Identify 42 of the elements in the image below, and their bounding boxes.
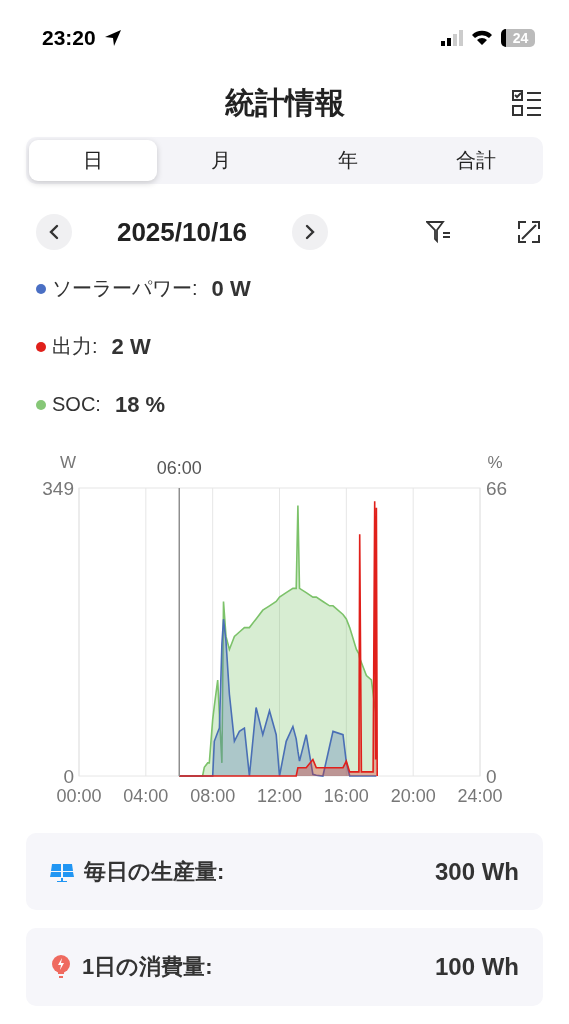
y-tick-label: 0: [63, 765, 74, 787]
previous-day-button[interactable]: [36, 214, 72, 250]
legend-label: SOC:: [52, 393, 101, 417]
signal-icon: [441, 29, 463, 46]
cursor-label: 06:00: [156, 457, 202, 478]
next-day-button[interactable]: [292, 214, 328, 250]
chevron-right-icon: [303, 224, 317, 240]
x-tick-label: 24:00: [457, 785, 503, 806]
summary-value: 100 Wh: [434, 953, 519, 982]
legend-value: 2 W: [111, 333, 151, 360]
y-axis-unit: W: [60, 452, 76, 472]
x-tick-label: 12:00: [257, 785, 302, 806]
y-tick-label: 349: [42, 477, 74, 499]
date-label: 2025/10/16: [115, 216, 249, 248]
x-tick-label: 16:00: [323, 785, 369, 806]
chevron-left-icon: [47, 224, 61, 240]
summary-value: 300 Wh: [434, 857, 519, 886]
x-tick-label: 00:00: [56, 785, 102, 806]
location-arrow-icon: [103, 28, 122, 47]
x-tick-label: 08:00: [190, 785, 236, 806]
x-tick-label: 04:00: [123, 785, 169, 806]
status-time: 23:20: [42, 25, 96, 50]
page-title: 統計情報: [224, 85, 345, 121]
legend-label: ソーラーパワー:: [52, 276, 198, 302]
x-tick-label: 20:00: [390, 785, 436, 806]
legend-value: 18 %: [114, 391, 166, 418]
filter-button[interactable]: [425, 218, 453, 246]
period-tab[interactable]: 日: [29, 140, 157, 182]
legend-label: 出力:: [52, 334, 98, 360]
legend-value: 0 W: [211, 275, 251, 302]
period-tab[interactable]: 月: [156, 140, 285, 182]
y-tick-label: 0: [486, 765, 497, 787]
lightbulb-icon: [50, 954, 72, 981]
y-tick-label: 66: [486, 477, 508, 499]
summary-label: 毎日の生産量:: [84, 857, 226, 886]
period-tab[interactable]: 年: [284, 140, 413, 182]
y-axis-unit: %: [487, 452, 503, 472]
expand-button[interactable]: [515, 218, 543, 246]
wifi-icon: [471, 29, 493, 46]
battery-indicator: 24: [501, 28, 535, 47]
period-tab[interactable]: 合計: [412, 140, 540, 182]
summary-label: 1日の消費量:: [82, 953, 214, 982]
